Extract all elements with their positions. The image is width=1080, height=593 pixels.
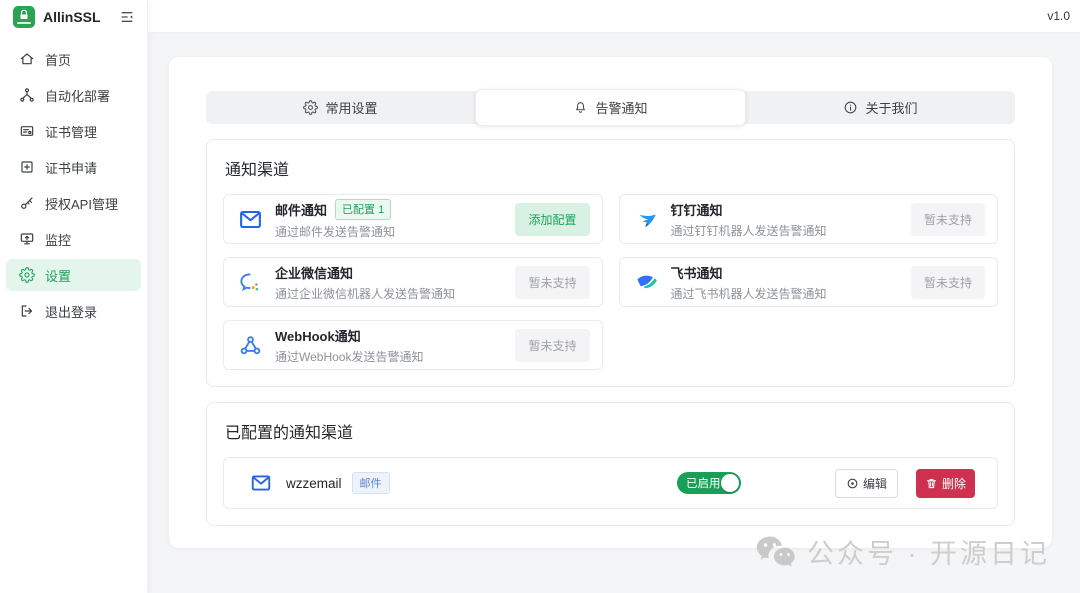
not-supported-button: 暂未支持 xyxy=(515,265,590,299)
sidebar-item-api-auth[interactable]: 授权API管理 xyxy=(6,187,141,219)
sidebar-item-label: 监控 xyxy=(45,232,72,248)
cert-apply-icon xyxy=(19,159,35,175)
gear-icon xyxy=(303,100,319,115)
configured-channels-panel: 已配置的通知渠道 wzzemail 邮件 已启用 编辑 删除 xyxy=(206,402,1015,526)
channel-name: 钉钉通知 xyxy=(670,202,723,218)
configured-channel-row: wzzemail 邮件 已启用 编辑 删除 xyxy=(223,457,998,509)
delete-button[interactable]: 删除 xyxy=(915,468,975,498)
dingtalk-icon xyxy=(634,207,659,232)
channel-desc: 通过飞书机器人发送告警通知 xyxy=(670,286,827,301)
sidebar-item-label: 证书管理 xyxy=(45,124,98,140)
sidebar-collapse-icon[interactable] xyxy=(119,9,135,25)
toggle-status-label: 已启用 xyxy=(685,478,721,490)
channel-desc: 通过企业微信机器人发送告警通知 xyxy=(275,286,456,301)
sidebar-item-label: 退出登录 xyxy=(45,304,98,320)
key-icon xyxy=(19,195,35,211)
configured-channel-name: wzzemail xyxy=(286,475,342,491)
info-icon xyxy=(843,100,858,115)
sidebar-item-cert-manage[interactable]: 证书管理 xyxy=(6,115,141,147)
edit-button-label: 编辑 xyxy=(862,476,887,491)
channel-name: 邮件通知 xyxy=(275,202,328,218)
configured-count-badge: 已配置 1 xyxy=(335,198,392,220)
toggle-knob xyxy=(720,474,739,492)
channel-card-feishu: 飞书通知通过飞书机器人发送告警通知 暂未支持 xyxy=(618,257,998,307)
sidebar-item-label: 设置 xyxy=(45,268,72,284)
tab-alerts[interactable]: 告警通知 xyxy=(475,89,746,126)
channel-card-email: 邮件通知 已配置 1 通过邮件发送告警通知 添加配置 xyxy=(223,194,603,244)
gear-icon xyxy=(19,267,35,283)
sidebar-nav: 首页自动化部署证书管理证书申请授权API管理 监控设置退出登录 xyxy=(0,33,147,337)
sidebar-item-monitor[interactable]: 监控 xyxy=(6,223,141,255)
edit-button[interactable]: 编辑 xyxy=(834,468,898,498)
not-supported-button: 暂未支持 xyxy=(515,328,590,362)
bell-icon xyxy=(573,100,588,115)
eye-icon xyxy=(846,477,859,490)
tab-bar: 常用设置 告警通知 关于我们 xyxy=(206,89,1015,126)
tab-label: 告警通知 xyxy=(595,101,648,116)
home-icon xyxy=(19,51,35,67)
settings-card: 常用设置 告警通知 关于我们 通知渠道 邮件通知 已配置 1 通过邮件发送告警通知 添加配… xyxy=(169,57,1052,548)
enabled-toggle[interactable]: 已启用 xyxy=(676,472,741,494)
topbar: v1.0 xyxy=(148,0,1080,33)
channel-name: 飞书通知 xyxy=(670,265,723,281)
wecom-icon xyxy=(238,270,263,295)
allinssl-logo-icon xyxy=(13,5,35,28)
deploy-icon xyxy=(19,87,35,103)
sidebar: AllinSSL 首页自动化部署证书管理证书申请授权API管理 监控设置退出登录 xyxy=(0,0,148,593)
version-label: v1.0 xyxy=(1047,9,1070,23)
channel-desc: 通过钉钉机器人发送告警通知 xyxy=(670,223,827,238)
channel-card-wecom: 企业微信通知通过企业微信机器人发送告警通知 暂未支持 xyxy=(223,257,603,307)
app-title: AllinSSL xyxy=(43,8,101,25)
sidebar-item-label: 授权API管理 xyxy=(45,196,118,212)
tab-general[interactable]: 常用设置 xyxy=(206,91,475,124)
panel-title: 通知渠道 xyxy=(225,162,290,179)
logout-icon xyxy=(19,303,35,319)
sidebar-item-label: 自动化部署 xyxy=(45,88,111,104)
sidebar-item-label: 证书申请 xyxy=(45,160,98,176)
webhook-icon xyxy=(238,333,263,358)
channel-desc: 通过WebHook发送告警通知 xyxy=(275,349,424,364)
trash-icon xyxy=(925,477,938,490)
sidebar-item-settings[interactable]: 设置 xyxy=(6,259,141,291)
logo-row: AllinSSL xyxy=(0,0,147,33)
channel-name: WebHook通知 xyxy=(275,328,361,344)
sidebar-item-logout[interactable]: 退出登录 xyxy=(6,295,141,327)
cert-manage-icon xyxy=(19,123,35,139)
channel-card-dingtalk: 钉钉通知通过钉钉机器人发送告警通知 暂未支持 xyxy=(618,194,998,244)
channel-card-webhook: WebHook通知通过WebHook发送告警通知 暂未支持 xyxy=(223,320,603,370)
content-area: 常用设置 告警通知 关于我们 通知渠道 邮件通知 已配置 1 通过邮件发送告警通知 添加配… xyxy=(148,33,1080,593)
app-root: AllinSSL 首页 自动化部署 证书管理 证书申请 授权API管理 监控 设置 退出登录 … xyxy=(0,0,1080,593)
add-config-button[interactable]: 添加配置 xyxy=(515,202,590,236)
not-supported-button: 暂未支持 xyxy=(910,202,985,236)
monitor-icon xyxy=(19,231,35,247)
feishu-icon xyxy=(634,270,659,295)
notification-channels-panel: 通知渠道 邮件通知 已配置 1 通过邮件发送告警通知 添加配置 钉钉通知 通过钉钉机器人发… xyxy=(206,139,1015,387)
configured-rows: wzzemail 邮件 已启用 编辑 删除 xyxy=(223,457,998,509)
sidebar-item-auto-deploy[interactable]: 自动化部署 xyxy=(6,79,141,111)
tab-label: 常用设置 xyxy=(325,101,378,116)
channel-name: 企业微信通知 xyxy=(275,265,354,281)
sidebar-item-cert-apply[interactable]: 证书申请 xyxy=(6,151,141,183)
channel-type-badge: 邮件 xyxy=(351,472,390,494)
channel-desc: 通过邮件发送告警通知 xyxy=(275,224,396,239)
main-area: v1.0 常用设置 告警通知 关于我们 通知渠道 邮件通知 已配置 1 通过邮件发送告警… xyxy=(148,0,1080,593)
sidebar-item-label: 首页 xyxy=(45,52,72,68)
channel-grid: 邮件通知 已配置 1 通过邮件发送告警通知 添加配置 钉钉通知 通过钉钉机器人发送告警通知… xyxy=(223,194,998,370)
delete-button-label: 删除 xyxy=(941,476,966,491)
tab-about[interactable]: 关于我们 xyxy=(746,91,1015,124)
not-supported-button: 暂未支持 xyxy=(910,265,985,299)
tab-label: 关于我们 xyxy=(865,101,918,116)
sidebar-item-home[interactable]: 首页 xyxy=(6,43,141,75)
panel-title: 已配置的通知渠道 xyxy=(225,425,354,442)
email-icon xyxy=(250,472,272,494)
email-icon xyxy=(238,207,263,232)
